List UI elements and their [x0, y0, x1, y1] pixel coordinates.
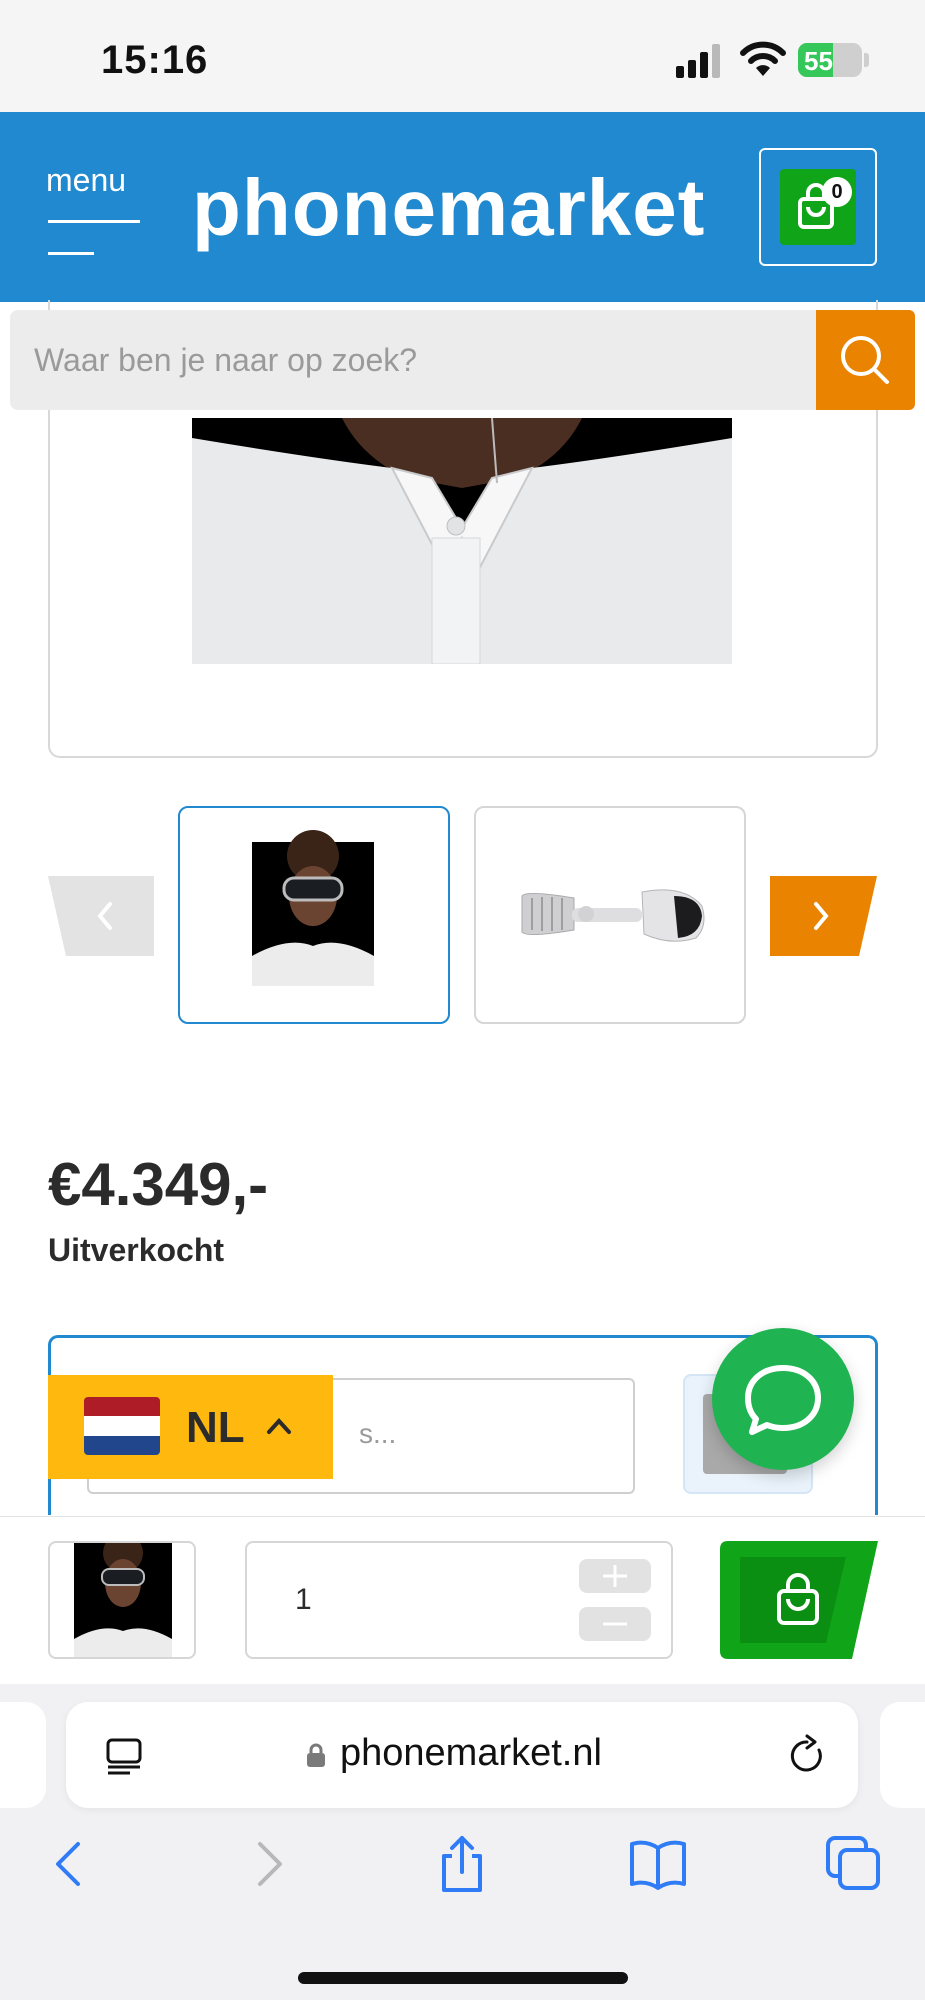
search-bar	[10, 310, 915, 410]
quantity-increase-button[interactable]	[579, 1559, 651, 1593]
wifi-icon	[740, 41, 786, 76]
battery-icon: 55	[798, 43, 862, 77]
brand-logo[interactable]: phonemarket	[192, 162, 705, 254]
flag-stripe	[84, 1397, 160, 1417]
product-price: €4.349,-	[48, 1151, 269, 1218]
product-main-image[interactable]	[192, 418, 732, 664]
status-time: 15:16	[101, 38, 209, 82]
language-selector[interactable]: NL	[48, 1375, 333, 1479]
share-icon[interactable]	[432, 1834, 492, 1894]
battery-cap	[864, 53, 869, 67]
chevron-up-icon	[267, 1418, 291, 1434]
quantity-decrease-button[interactable]	[579, 1607, 651, 1641]
next-tab-preview[interactable]	[880, 1702, 925, 1808]
forward-icon[interactable]	[238, 1834, 298, 1894]
carousel-next-button[interactable]	[770, 876, 877, 956]
plus-icon	[603, 1565, 627, 1587]
chat-button[interactable]	[712, 1328, 854, 1470]
netherlands-flag-icon	[84, 1397, 160, 1455]
reload-icon[interactable]	[786, 1734, 828, 1776]
flag-stripe	[84, 1435, 160, 1455]
status-bar: 15:16 55	[0, 0, 925, 112]
product-thumbnail[interactable]	[178, 806, 450, 1024]
cart-button[interactable]: 0	[759, 148, 877, 266]
site-header: menu phonemarket 0	[0, 112, 925, 302]
menu-button[interactable]: menu	[46, 162, 146, 262]
menu-label: menu	[46, 162, 127, 198]
menu-line	[48, 220, 140, 223]
product-photo	[192, 418, 732, 664]
vision-pro-headset-image	[521, 889, 705, 942]
stock-status: Uitverkocht	[48, 1232, 225, 1268]
vision-pro-person-image	[74, 1543, 172, 1657]
home-indicator	[298, 1972, 628, 1984]
signal-icon	[676, 44, 722, 78]
chat-bubble-icon	[745, 1365, 821, 1435]
cart-count-badge: 0	[822, 177, 852, 207]
form-input-text: s...	[359, 1418, 397, 1449]
product-thumbnail[interactable]	[474, 806, 746, 1024]
minus-icon	[603, 1622, 627, 1626]
search-icon	[841, 336, 889, 384]
language-code: NL	[186, 1403, 245, 1452]
lock-icon	[307, 1743, 325, 1767]
back-icon[interactable]	[40, 1834, 100, 1894]
sticky-product-thumbnail	[48, 1541, 196, 1659]
add-to-cart-button[interactable]	[720, 1541, 878, 1659]
previous-tab-preview[interactable]	[0, 1702, 46, 1808]
carousel-prev-button[interactable]	[48, 876, 154, 956]
search-button[interactable]	[816, 310, 915, 410]
browser-toolbar: phonemarket.nl	[0, 1684, 925, 2000]
battery-level: 55	[804, 46, 833, 76]
search-input[interactable]	[10, 310, 816, 410]
vision-pro-person-image	[252, 830, 374, 986]
reader-icon[interactable]	[104, 1736, 144, 1776]
tabs-icon[interactable]	[824, 1834, 884, 1894]
url-text: phonemarket.nl	[340, 1732, 602, 1774]
flag-stripe	[84, 1416, 160, 1436]
bookmarks-icon[interactable]	[628, 1834, 688, 1894]
quantity-value[interactable]: 1	[295, 1583, 312, 1617]
address-bar[interactable]: phonemarket.nl	[66, 1702, 858, 1808]
menu-line	[48, 252, 94, 255]
cart-icon-wrap: 0	[780, 169, 856, 245]
sticky-add-to-cart-bar: 1	[0, 1516, 925, 1684]
quantity-stepper: 1	[245, 1541, 673, 1659]
